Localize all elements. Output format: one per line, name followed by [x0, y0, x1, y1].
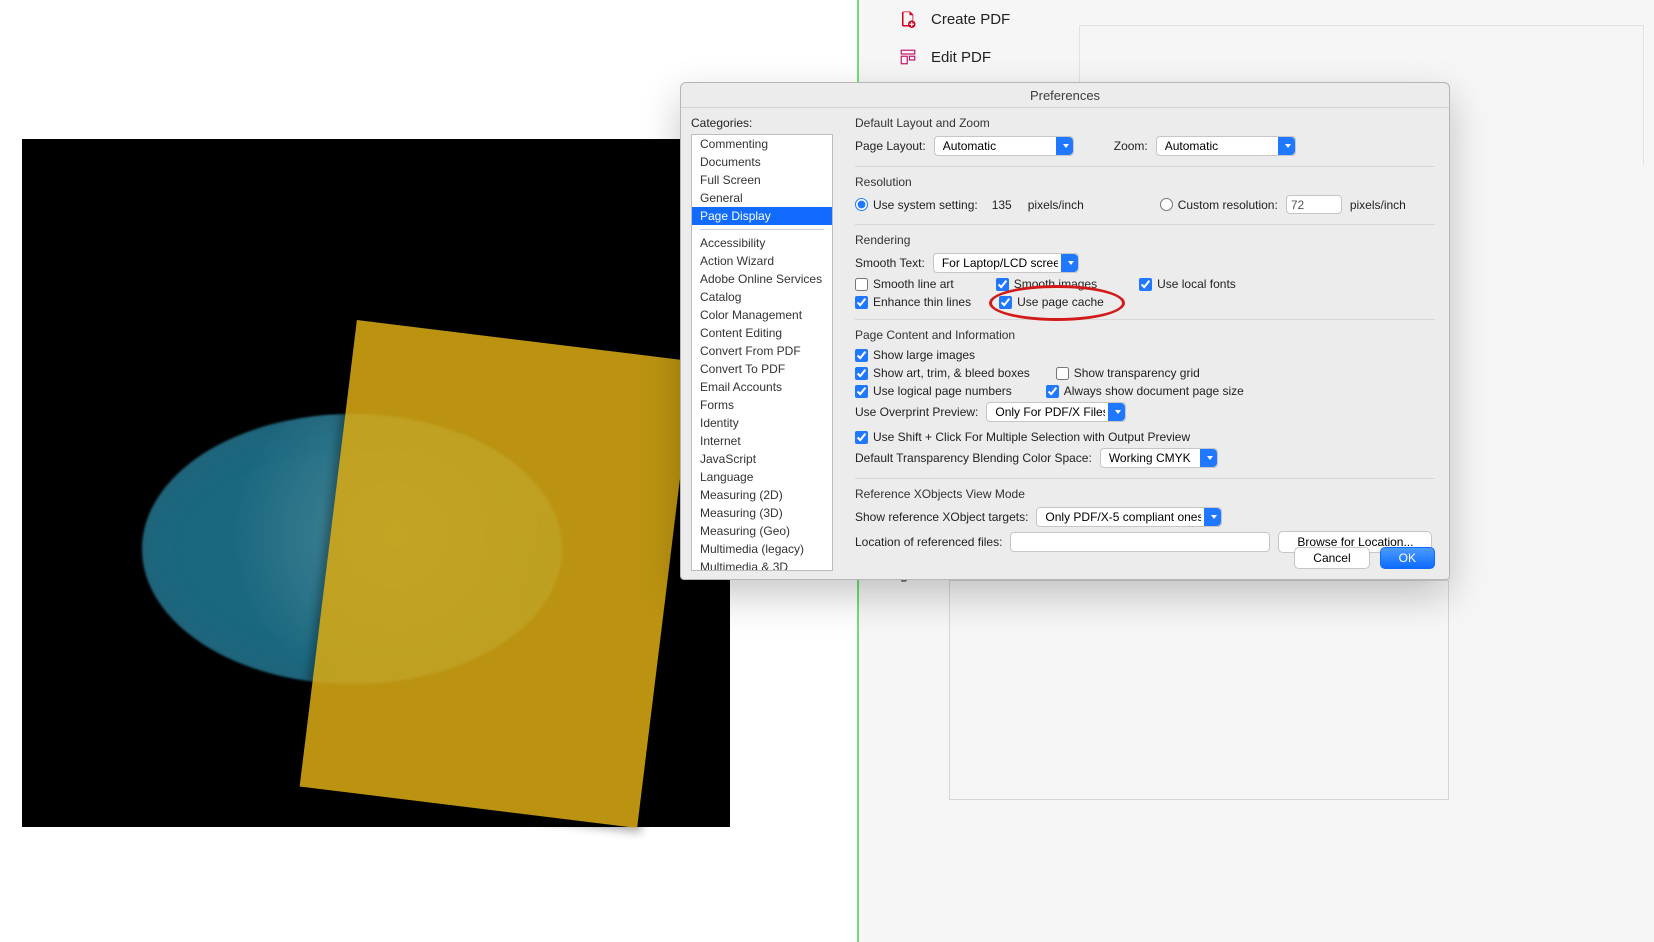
zoom-label: Zoom:	[1114, 139, 1148, 153]
categories-label: Categories:	[691, 116, 833, 130]
category-item[interactable]: Measuring (2D)	[692, 486, 832, 504]
category-item[interactable]: Internet	[692, 432, 832, 450]
tool-label: Create PDF	[931, 11, 1010, 28]
show-art-trim-bleed-checkbox[interactable]: Show art, trim, & bleed boxes	[855, 366, 1030, 380]
system-resolution-value: 135	[992, 198, 1012, 212]
preferences-main-panel: Default Layout and Zoom Page Layout: Aut…	[841, 108, 1449, 579]
category-item[interactable]: Catalog	[692, 288, 832, 306]
dialog-title: Preferences	[681, 83, 1449, 108]
referenced-files-label: Location of referenced files:	[855, 535, 1002, 549]
zoom-select[interactable]: Automatic	[1156, 136, 1296, 156]
category-item[interactable]: Action Wizard	[692, 252, 832, 270]
category-item[interactable]: Content Editing	[692, 324, 832, 342]
category-item[interactable]: Language	[692, 468, 832, 486]
categories-list[interactable]: Commenting Documents Full Screen General…	[691, 134, 833, 571]
preferences-dialog: Preferences Categories: Commenting Docum…	[680, 82, 1450, 580]
overprint-preview-label: Use Overprint Preview:	[855, 405, 978, 419]
use-system-resolution-radio[interactable]: Use system setting:	[855, 198, 978, 212]
category-item[interactable]: Convert From PDF	[692, 342, 832, 360]
section-default-layout: Default Layout and Zoom	[855, 116, 1435, 130]
section-rendering: Rendering	[855, 233, 1435, 247]
tool-label: Edit PDF	[931, 49, 991, 66]
show-xobject-targets-label: Show reference XObject targets:	[855, 510, 1028, 524]
use-logical-page-numbers-checkbox[interactable]: Use logical page numbers	[855, 384, 1012, 398]
category-item[interactable]: Identity	[692, 414, 832, 432]
create-pdf-icon	[899, 10, 917, 28]
yellow-rect-shape	[300, 320, 695, 828]
smooth-text-label: Smooth Text:	[855, 256, 925, 270]
page-layout-label: Page Layout:	[855, 139, 926, 153]
custom-resolution-radio[interactable]: Custom resolution:	[1160, 198, 1278, 212]
category-item[interactable]: Multimedia & 3D	[692, 558, 832, 571]
use-page-cache-checkbox[interactable]: Use page cache	[999, 295, 1104, 309]
section-page-content: Page Content and Information	[855, 328, 1435, 342]
category-item[interactable]: Full Screen	[692, 171, 832, 189]
always-show-doc-size-checkbox[interactable]: Always show document page size	[1046, 384, 1244, 398]
smooth-text-select[interactable]: For Laptop/LCD screens	[933, 253, 1079, 273]
page-layout-select[interactable]: Automatic	[934, 136, 1074, 156]
preview-panel-placeholder	[949, 580, 1449, 800]
category-item[interactable]: Measuring (3D)	[692, 504, 832, 522]
blend-space-label: Default Transparency Blending Color Spac…	[855, 451, 1092, 465]
smooth-images-checkbox[interactable]: Smooth images	[996, 277, 1097, 291]
category-item[interactable]: Commenting	[692, 135, 832, 153]
blend-space-select[interactable]: Working CMYK	[1100, 448, 1218, 468]
category-item[interactable]: JavaScript	[692, 450, 832, 468]
category-item[interactable]: Adobe Online Services	[692, 270, 832, 288]
section-resolution: Resolution	[855, 175, 1435, 189]
show-large-images-checkbox[interactable]: Show large images	[855, 348, 975, 362]
categories-sidebar: Categories: Commenting Documents Full Sc…	[681, 108, 841, 579]
category-item[interactable]: Accessibility	[692, 234, 832, 252]
edit-pdf-icon	[899, 48, 917, 66]
shift-click-checkbox[interactable]: Use Shift + Click For Multiple Selection…	[855, 430, 1190, 444]
referenced-files-input[interactable]	[1010, 532, 1270, 552]
category-item[interactable]: Convert To PDF	[692, 360, 832, 378]
ok-button[interactable]: OK	[1380, 547, 1435, 569]
custom-resolution-input[interactable]	[1286, 195, 1342, 214]
show-xobject-targets-select[interactable]: Only PDF/X-5 compliant ones	[1036, 507, 1222, 527]
section-xobjects: Reference XObjects View Mode	[855, 487, 1435, 501]
category-item[interactable]: Multimedia (legacy)	[692, 540, 832, 558]
resolution-unit: pixels/inch	[1028, 198, 1084, 212]
pdf-preview	[22, 139, 730, 827]
category-item[interactable]: Measuring (Geo)	[692, 522, 832, 540]
category-item[interactable]: Forms	[692, 396, 832, 414]
category-separator	[700, 229, 824, 230]
cancel-button[interactable]: Cancel	[1294, 547, 1369, 569]
use-local-fonts-checkbox[interactable]: Use local fonts	[1139, 277, 1236, 291]
category-item[interactable]: General	[692, 189, 832, 207]
overprint-preview-select[interactable]: Only For PDF/X Files	[986, 402, 1126, 422]
resolution-unit: pixels/inch	[1350, 198, 1406, 212]
category-item-selected[interactable]: Page Display	[692, 207, 832, 225]
category-item[interactable]: Color Management	[692, 306, 832, 324]
category-item[interactable]: Email Accounts	[692, 378, 832, 396]
show-transparency-grid-checkbox[interactable]: Show transparency grid	[1056, 366, 1200, 380]
smooth-line-art-checkbox[interactable]: Smooth line art	[855, 277, 954, 291]
enhance-thin-lines-checkbox[interactable]: Enhance thin lines	[855, 295, 971, 309]
category-item[interactable]: Documents	[692, 153, 832, 171]
